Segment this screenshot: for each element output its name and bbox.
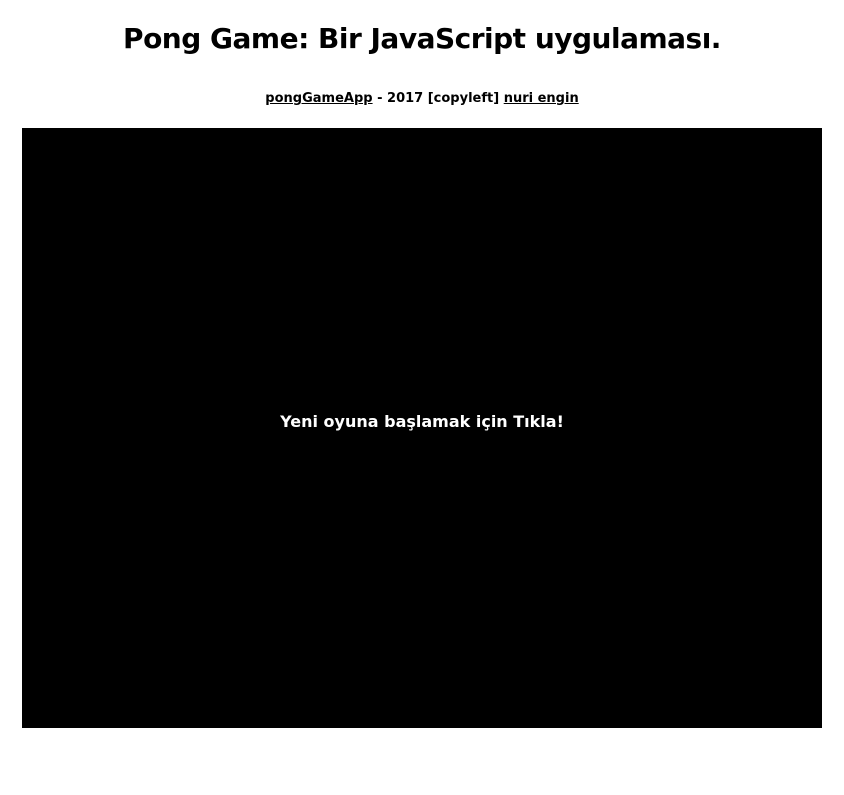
credits-line: pongGameApp - 2017 [copyleft] nuri engin: [0, 88, 844, 110]
credits-middle-text: - 2017 [copyleft]: [372, 91, 504, 106]
start-game-prompt[interactable]: Yeni oyuna başlamak için Tıkla!: [22, 411, 822, 433]
page-title: Pong Game: Bir JavaScript uygulaması.: [123, 22, 721, 55]
app-link[interactable]: pongGameApp: [265, 91, 372, 106]
game-canvas[interactable]: Yeni oyuna başlamak için Tıkla!: [22, 128, 822, 728]
author-link[interactable]: nuri engin: [504, 91, 579, 106]
